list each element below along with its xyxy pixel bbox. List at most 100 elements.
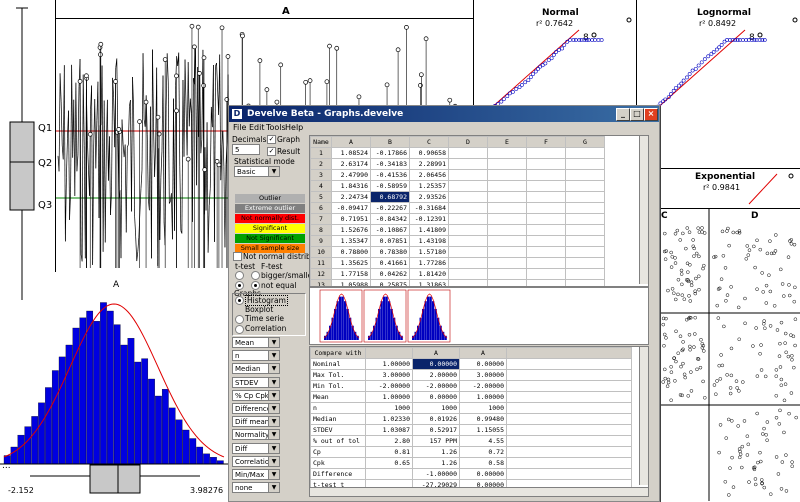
row-header[interactable]: 3 <box>311 170 332 181</box>
grid-cell[interactable] <box>527 170 566 181</box>
grid-cell[interactable]: 1.05988 <box>332 280 371 288</box>
grid-cell[interactable]: 0.25875 <box>371 280 410 288</box>
row-header[interactable]: 12 <box>311 269 332 280</box>
stat-select[interactable]: Difference▼ <box>232 403 280 414</box>
grid-cell[interactable]: -0.31684 <box>410 203 449 214</box>
column-header[interactable]: G <box>566 137 605 148</box>
grid-cell[interactable] <box>527 181 566 192</box>
grid-cell[interactable] <box>449 181 488 192</box>
grid-cell[interactable] <box>449 258 488 269</box>
grid-cell[interactable]: -0.09417 <box>332 203 371 214</box>
grid-cell[interactable] <box>566 236 605 247</box>
timeserie-radio[interactable] <box>235 315 244 324</box>
stat-select[interactable]: Min/Max▼ <box>232 469 280 480</box>
grid-cell[interactable] <box>488 247 527 258</box>
stat-select[interactable]: none▼ <box>232 482 280 493</box>
stat-select[interactable]: STDEV▼ <box>232 377 280 388</box>
grid-cell[interactable] <box>488 269 527 280</box>
grid-cell[interactable] <box>527 258 566 269</box>
grid-cell[interactable]: 1.41809 <box>410 225 449 236</box>
grid-cell[interactable]: 2.28991 <box>410 159 449 170</box>
title-bar[interactable]: D Develve Beta - Graphs.develve _ □ × <box>229 106 659 122</box>
grid-cell[interactable] <box>488 192 527 203</box>
menu-file[interactable]: File <box>233 123 246 132</box>
grid-cell[interactable]: -0.22267 <box>371 203 410 214</box>
grid-cell[interactable]: 1.77286 <box>410 258 449 269</box>
grid-cell[interactable]: 1.57180 <box>410 247 449 258</box>
menu-help[interactable]: Help <box>285 123 303 132</box>
stat-mode-select[interactable]: Basic▼ <box>234 166 280 177</box>
grid-cell[interactable] <box>488 148 527 159</box>
grid-cell[interactable] <box>488 280 527 288</box>
grid-cell[interactable]: 1.77158 <box>332 269 371 280</box>
grid-cell[interactable]: 2.47990 <box>332 170 371 181</box>
row-header[interactable]: 7 <box>311 214 332 225</box>
row-header[interactable]: 11 <box>311 258 332 269</box>
column-header[interactable]: E <box>488 137 527 148</box>
grid-cell[interactable] <box>527 236 566 247</box>
menu-edit[interactable]: Edit <box>249 123 265 132</box>
grid-cell[interactable]: 2.63174 <box>332 159 371 170</box>
grid-cell[interactable] <box>566 170 605 181</box>
row-header[interactable]: 8 <box>311 225 332 236</box>
row-header[interactable]: 6 <box>311 203 332 214</box>
grid-cell[interactable] <box>488 203 527 214</box>
row-header[interactable]: 4 <box>311 181 332 192</box>
close-button[interactable]: × <box>644 108 658 121</box>
grid-cell[interactable] <box>449 214 488 225</box>
grid-cell[interactable]: 1.25357 <box>410 181 449 192</box>
grid-cell[interactable] <box>566 280 605 288</box>
grid-cell[interactable] <box>566 159 605 170</box>
grid-cell[interactable]: -0.84342 <box>371 214 410 225</box>
grid-cell[interactable] <box>527 280 566 288</box>
grid-cell[interactable] <box>566 269 605 280</box>
grid-cell[interactable]: 0.68792 <box>371 192 410 203</box>
grid-cell[interactable] <box>449 148 488 159</box>
not-normal-checkbox[interactable] <box>233 252 242 261</box>
grid-cell[interactable] <box>488 214 527 225</box>
grid-cell[interactable] <box>449 280 488 288</box>
grid-cell[interactable]: 2.06456 <box>410 170 449 181</box>
column-header[interactable]: A <box>332 137 371 148</box>
grid-cell[interactable]: 1.81420 <box>410 269 449 280</box>
grid-cell[interactable] <box>566 258 605 269</box>
grid-cell[interactable]: -0.41536 <box>371 170 410 181</box>
hscrollbar[interactable] <box>309 487 649 497</box>
boxplot-option[interactable]: Boxplot <box>245 305 273 314</box>
minimize-button[interactable]: _ <box>616 108 630 121</box>
grid-cell[interactable] <box>527 247 566 258</box>
result-grid[interactable]: Compare withAANominal1.000000.000000.000… <box>309 346 649 488</box>
column-header[interactable]: D <box>449 137 488 148</box>
maximize-button[interactable]: □ <box>630 108 644 121</box>
stat-select[interactable]: Correlation▼ <box>232 456 280 467</box>
grid-cell[interactable] <box>488 181 527 192</box>
grid-cell[interactable]: -0.34183 <box>371 159 410 170</box>
stat-select[interactable]: Mean▼ <box>232 337 280 348</box>
row-header[interactable]: 5 <box>311 192 332 203</box>
grid-cell[interactable]: -0.12391 <box>410 214 449 225</box>
grid-cell[interactable]: 1.43198 <box>410 236 449 247</box>
row-header[interactable]: 2 <box>311 159 332 170</box>
row-header[interactable]: 1 <box>311 148 332 159</box>
grid-cell[interactable]: 0.04262 <box>371 269 410 280</box>
grid-cell[interactable]: 1.84316 <box>332 181 371 192</box>
result-scrollbar[interactable] <box>639 347 648 485</box>
result-checkbox[interactable]: ✓ <box>267 147 276 156</box>
grid-cell[interactable] <box>488 170 527 181</box>
grid-cell[interactable] <box>566 203 605 214</box>
grid-cell[interactable] <box>449 247 488 258</box>
grid-cell[interactable] <box>566 148 605 159</box>
stat-select[interactable]: n▼ <box>232 350 280 361</box>
decimals-input[interactable]: 5 <box>232 144 260 155</box>
grid-cell[interactable] <box>488 159 527 170</box>
correlation-radio[interactable] <box>235 325 244 334</box>
grid-cell[interactable] <box>566 192 605 203</box>
menu-tools[interactable]: Tools <box>266 123 286 132</box>
bigger-radio[interactable] <box>235 271 244 280</box>
grid-cell[interactable]: 0.41661 <box>371 258 410 269</box>
grid-cell[interactable]: 2.93526 <box>410 192 449 203</box>
grid-cell[interactable]: 0.07851 <box>371 236 410 247</box>
grid-cell[interactable]: -0.10867 <box>371 225 410 236</box>
column-header[interactable]: F <box>527 137 566 148</box>
grid-cell[interactable] <box>527 192 566 203</box>
